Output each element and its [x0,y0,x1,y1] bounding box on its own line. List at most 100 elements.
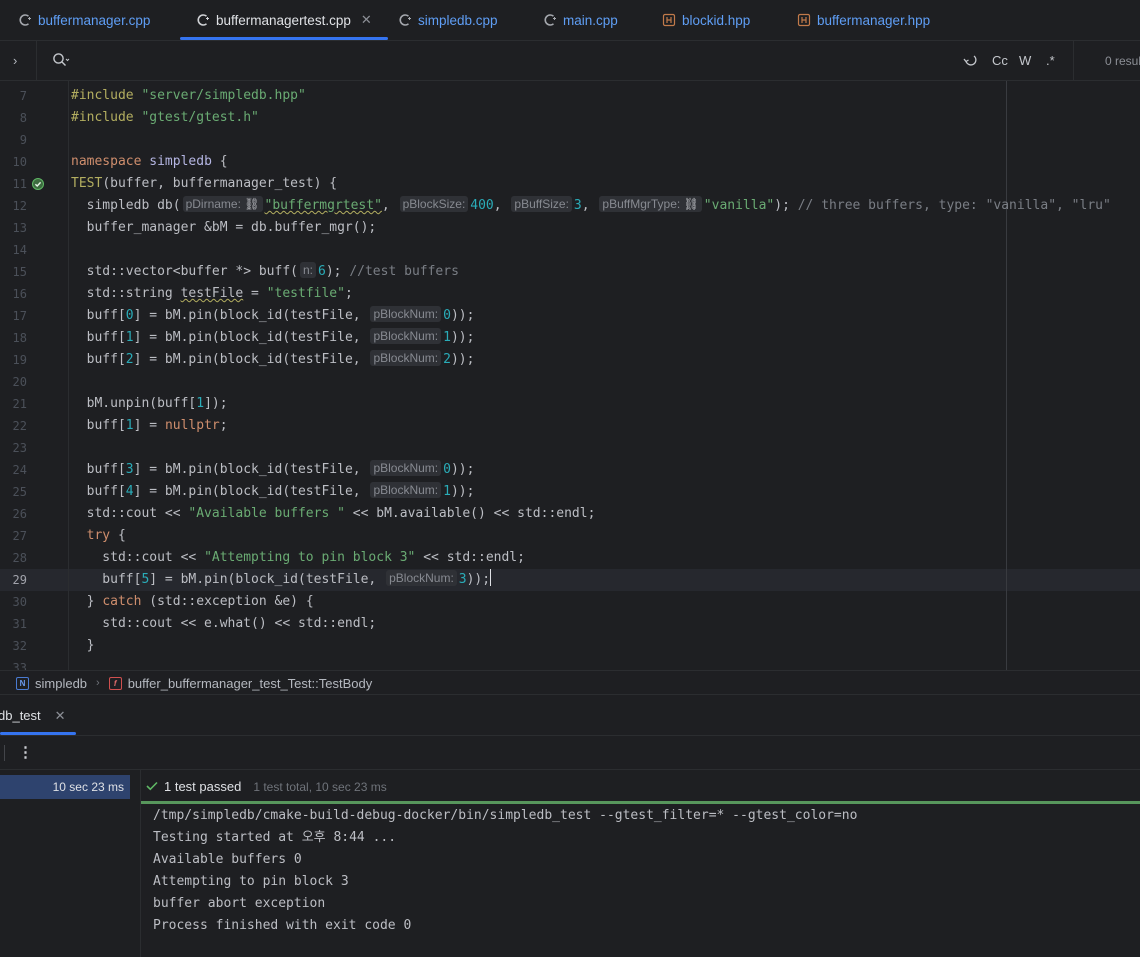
console-output[interactable]: /tmp/simpledb/cmake-build-debug-docker/b… [153,805,857,937]
test-status-detail: 1 test total, 10 sec 23 ms [253,779,387,794]
code-token: )); [450,462,475,477]
parameter-hint: n: [300,262,317,278]
code-line[interactable]: buffer_manager &bM = db.buffer_mgr(); [71,217,377,239]
tab-buffermanager-hpp[interactable]: buffermanager.hpp [797,0,930,40]
code-line[interactable]: } [71,635,95,657]
code-token: )); [450,484,475,499]
code-token: ); [774,198,798,213]
code-line[interactable]: try { [71,525,126,547]
line-number: 25 [12,485,27,499]
code-line[interactable]: bM.unpin(buff[1]); [71,393,228,415]
test-tree-row[interactable]: 10 sec 23 ms [0,775,130,799]
code-line[interactable]: buff[4] = bM.pin(block_id(testFile, pBlo… [71,481,474,503]
code-line[interactable]: buff[3] = bM.pin(block_id(testFile, pBlo… [71,459,474,481]
line-number: 22 [12,419,27,433]
code-line[interactable]: } catch (std::exception &e) { [71,591,314,613]
tab-run-config[interactable]: db_test ✕ [0,708,66,724]
more-options-icon[interactable]: ⋮ [18,743,33,761]
line-number: 26 [12,507,27,521]
code-line[interactable]: namespace simpledb { [71,151,228,173]
line-number: 30 [12,595,27,609]
cpp-file-icon [196,13,210,27]
breadcrumb-item-namespace[interactable]: simpledb [35,676,87,691]
run-test-icon[interactable] [31,177,45,194]
code-token: std::string [71,286,181,301]
chevron-right-icon[interactable]: › [13,53,17,68]
code-line[interactable]: std::cout << "Attempting to pin block 3"… [71,547,525,569]
code-line[interactable]: buff[0] = bM.pin(block_id(testFile, pBlo… [71,305,474,327]
tab-simpledb-cpp[interactable]: simpledb.cpp [398,0,498,40]
code-line[interactable]: buff[5] = bM.pin(block_id(testFile, pBlo… [71,569,492,591]
code-line[interactable]: #include "gtest/gtest.h" [71,107,259,129]
code-token: (std::exception &e) { [141,594,314,609]
console-line: Attempting to pin block 3 [153,874,349,889]
code-token: 0 [443,462,451,477]
code-token: ] = bM.pin(block_id(testFile, [149,572,385,587]
parameter-hint: pBlockSize: [399,196,469,212]
code-editor[interactable]: 7 8 9 10 11 12 13 14 15 16 17 18 19 20 21 22 23 24 25 26 27 2… [0,81,1140,670]
tab-blockid-hpp[interactable]: blockid.hpp [662,0,750,40]
code-token: std::vector< [71,264,181,279]
parameter-hint: pBlockNum: [370,482,442,498]
line-number-gutter[interactable]: 7 8 9 10 11 12 13 14 15 16 17 18 19 20 21 22 23 24 25 26 27 2… [0,81,68,670]
preserve-case-icon[interactable] [962,53,978,70]
run-tab-row: db_test ✕ [0,695,1140,736]
whole-words-toggle[interactable]: W [1019,53,1031,68]
tab-label: buffermanager.hpp [817,12,931,28]
code-token: } [71,594,103,609]
cpp-file-icon [543,13,557,27]
chevron-right-icon: › [96,677,100,689]
tab-main-cpp[interactable]: main.cpp [543,0,618,40]
line-number: 32 [12,639,27,653]
code-token: 2 [125,352,134,367]
code-line[interactable]: buff[2] = bM.pin(block_id(testFile, pBlo… [71,349,474,371]
link-icon: ⛓ [244,197,260,211]
breadcrumb: N simpledb › f buffer_buffermanager_test… [0,670,1140,695]
close-icon[interactable]: ✕ [55,708,66,723]
code-token: catch [102,594,142,609]
code-line[interactable]: std::cout << "Available buffers " << bM.… [71,503,596,525]
code-token: ] = bM.pin(block_id(testFile, [133,462,369,477]
code-line[interactable]: std::vector<buffer *> buff(n: 6); //test … [71,261,459,283]
code-token: "Available buffers " [188,506,345,521]
gutter-divider [68,81,69,670]
code-comment: //test buffers [349,264,459,279]
code-token: 3 [573,198,582,213]
header-file-icon [797,13,811,27]
search-icon[interactable] [52,52,70,71]
code-line[interactable]: std::string testFile = "testfile"; [71,283,353,305]
code-token: ] = bM.pin(block_id(testFile, [133,484,369,499]
code-token: , [381,198,398,213]
code-token: buff[ [71,418,126,433]
line-number: 19 [12,353,27,367]
code-token: "testfile" [266,286,345,301]
regex-toggle[interactable]: .* [1046,53,1055,68]
tab-buffermanager-cpp[interactable]: buffermanager.cpp [18,0,150,40]
code-token: 4 [125,484,134,499]
code-token: std::cout << e.what() << std::endl; [71,616,377,631]
hint-label: pDirname: [185,197,241,211]
code-token: TEST [71,176,103,191]
code-line[interactable]: #include "server/simpledb.hpp" [71,85,306,107]
code-token: try [71,528,111,543]
code-line[interactable]: buff[1] = nullptr; [71,415,228,437]
code-line[interactable]: simpledb db(pDirname: ⛓ "buffermgrtest", … [71,195,1111,217]
line-number: 13 [12,221,27,235]
match-case-toggle[interactable]: Cc [992,53,1008,68]
code-line[interactable]: TEST(buffer, buffermanager_test) { [71,173,337,195]
close-icon[interactable]: ✕ [361,12,372,28]
header-file-icon [662,13,676,27]
line-number: 33 [12,661,27,670]
test-tree[interactable]: 10 sec 23 ms [0,770,141,957]
cpp-file-icon [398,13,412,27]
breadcrumb-item-function[interactable]: buffer_buffermanager_test_Test::TestBody [128,676,373,691]
tab-label: db_test [0,708,41,723]
code-line[interactable]: buff[1] = bM.pin(block_id(testFile, pBlo… [71,327,474,349]
line-number: 8 [19,111,27,125]
console-line: /tmp/simpledb/cmake-build-debug-docker/b… [153,808,858,823]
tab-buffermanagertest-cpp[interactable]: buffermanagertest.cpp ✕ [180,0,388,40]
code-token: { [211,154,228,169]
divider [1073,41,1074,80]
code-line[interactable]: std::cout << e.what() << std::endl; [71,613,376,635]
code-comment: // three buffers, type: "vanilla", "lru" [797,198,1111,213]
